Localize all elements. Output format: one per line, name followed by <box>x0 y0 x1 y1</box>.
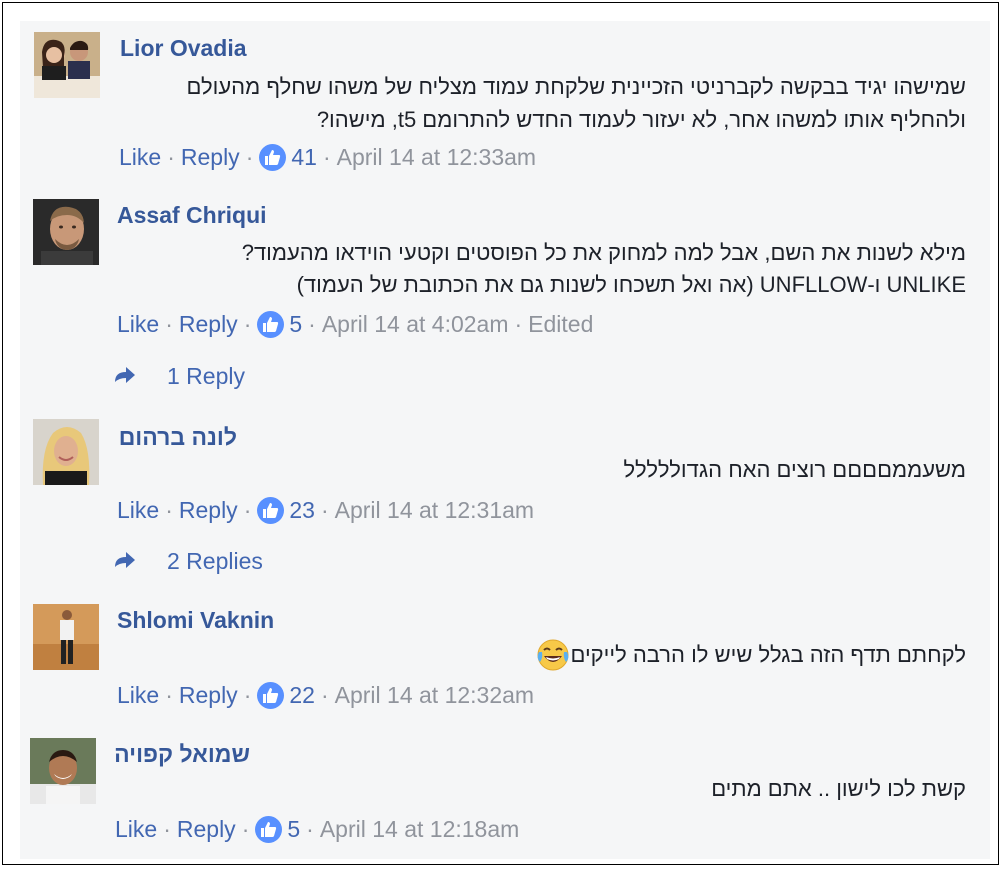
thumbs-up-icon[interactable] <box>257 682 285 709</box>
avatar[interactable] <box>33 604 99 670</box>
edited-label[interactable]: Edited <box>528 311 593 338</box>
comment-actions: Like · Reply · 23 · April 14 at 12:31am <box>117 497 535 524</box>
replies-count[interactable]: 1 Reply <box>167 363 245 390</box>
replies-count[interactable]: 2 Replies <box>167 548 263 575</box>
comment-text-content: לקחתם תדף הזה בגלל שיש לו הרבה לייקים <box>570 642 966 667</box>
thumbs-up-icon[interactable] <box>257 497 285 524</box>
comment-actions: Like · Reply · 5 · April 14 at 4:02am · … <box>117 311 594 338</box>
comment-timestamp[interactable]: April 14 at 12:31am <box>335 497 534 524</box>
reply-link[interactable]: Reply <box>179 311 238 338</box>
thumbs-up-icon[interactable] <box>257 311 285 338</box>
comment-actions: Like · Reply · 5 · April 14 at 12:18am <box>115 816 520 843</box>
comment-text-line: קשת לכו לישון .. אתם מתים <box>711 776 966 801</box>
like-link[interactable]: Like <box>115 816 157 843</box>
reply-link[interactable]: Reply <box>181 144 240 171</box>
view-replies-link[interactable]: 1 Reply <box>113 363 245 390</box>
like-count[interactable]: 5 <box>287 816 300 843</box>
comments-panel: Lior Ovadia שמישהו יגיד בבקשה לקברניטי ה… <box>20 21 990 859</box>
thumbs-up-icon[interactable] <box>255 816 283 843</box>
reply-arrow-icon <box>113 548 137 575</box>
reply-link[interactable]: Reply <box>179 682 238 709</box>
comment-text-line: UNLIKE ו-UNFLLOW (אה ואל תשכחו לשנות גם … <box>296 272 966 297</box>
view-replies-link[interactable]: 2 Replies <box>113 548 263 575</box>
like-count[interactable]: 22 <box>289 682 315 709</box>
comment-author[interactable]: לונה ברהום <box>117 424 237 451</box>
comment-text-line: משעממםםםם רוצים האח הגדוללללל <box>623 457 966 482</box>
avatar[interactable] <box>33 199 99 265</box>
comment-text-line: מילא לשנות את השם, אבל למה למחוק את כל ה… <box>241 240 966 265</box>
comment-actions: Like · Reply · 22 · April 14 at 12:32am <box>117 682 535 709</box>
avatar[interactable] <box>30 738 96 804</box>
comment-timestamp[interactable]: April 14 at 12:32am <box>335 682 534 709</box>
thumbs-up-icon[interactable] <box>259 144 287 171</box>
like-count[interactable]: 5 <box>289 311 302 338</box>
comment-actions: Like · Reply · 41 · April 14 at 12:33am <box>119 144 537 171</box>
reply-link[interactable]: Reply <box>179 497 238 524</box>
avatar[interactable] <box>33 419 99 485</box>
comment-timestamp[interactable]: April 14 at 12:33am <box>337 144 536 171</box>
tears-of-joy-emoji-icon <box>536 638 570 672</box>
comment-text-line: ולהחליף אותו למשהו אחר, לא יעזור לעמוד ה… <box>316 107 966 132</box>
like-link[interactable]: Like <box>119 144 161 171</box>
like-count[interactable]: 23 <box>289 497 315 524</box>
like-link[interactable]: Like <box>117 311 159 338</box>
screenshot-frame: Lior Ovadia שמישהו יגיד בבקשה לקברניטי ה… <box>2 2 999 865</box>
comment-text-line: שמישהו יגיד בבקשה לקברניטי הזכיינית שלקח… <box>186 74 967 99</box>
comment-author[interactable]: Shlomi Vaknin <box>117 607 274 634</box>
comment-author[interactable]: Lior Ovadia <box>120 35 247 62</box>
comment-text-line: לקחתם תדף הזה בגלל שיש לו הרבה לייקים <box>530 637 966 672</box>
comment-timestamp[interactable]: April 14 at 12:18am <box>320 816 519 843</box>
comment-author[interactable]: שמואל קפויה <box>114 741 250 768</box>
like-link[interactable]: Like <box>117 497 159 524</box>
comment-timestamp[interactable]: April 14 at 4:02am <box>322 311 509 338</box>
reply-link[interactable]: Reply <box>177 816 236 843</box>
like-count[interactable]: 41 <box>291 144 317 171</box>
comment-author[interactable]: Assaf Chriqui <box>117 202 267 229</box>
reply-arrow-icon <box>113 363 137 390</box>
like-link[interactable]: Like <box>117 682 159 709</box>
avatar[interactable] <box>34 32 100 98</box>
